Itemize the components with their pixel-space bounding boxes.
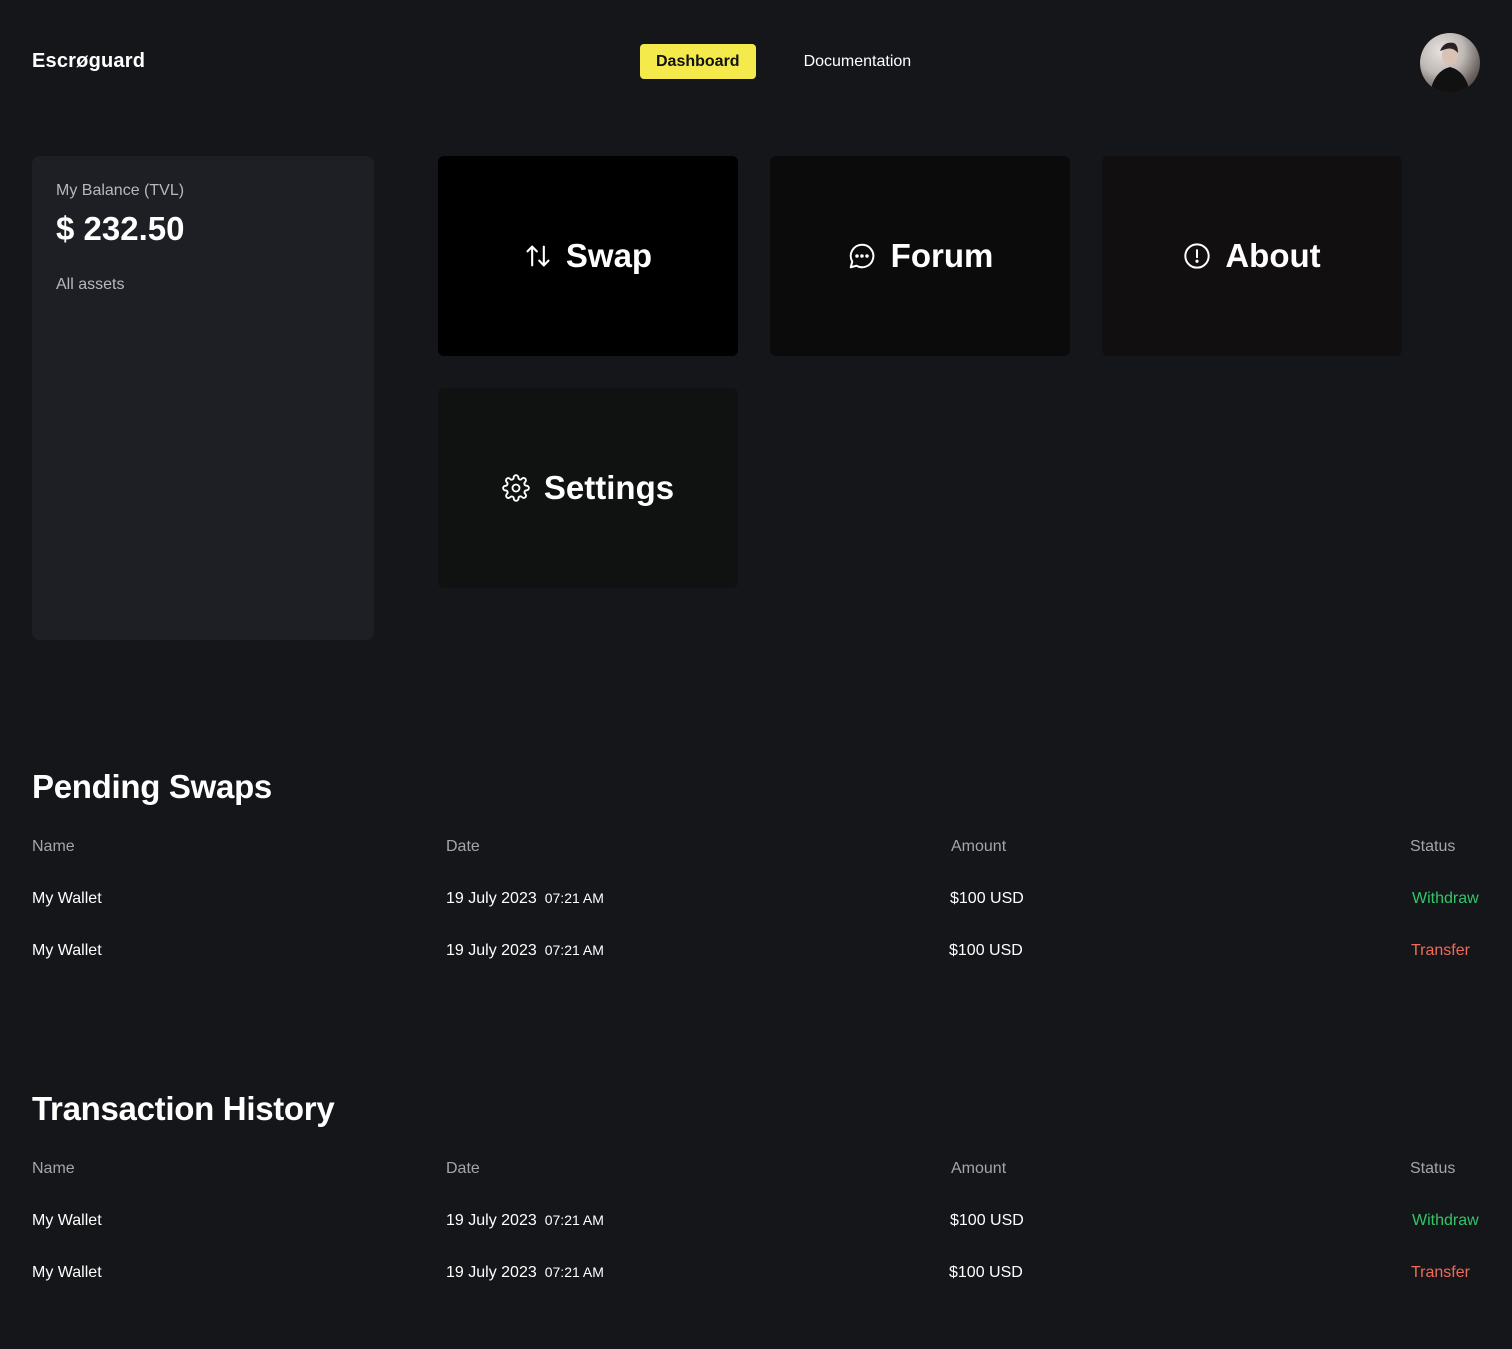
column-header-amount: Amount [951,1160,1007,1177]
forum-tile-label: Forum [890,237,994,274]
row-date: 19 July 2023 07:21 AM [446,890,604,908]
avatar[interactable] [1420,33,1480,93]
swap-tile-label: Swap [565,237,653,274]
column-header-amount: Amount [951,838,1007,855]
row-date-time: 07:21 AM [544,890,604,906]
row-date: 19 July 2023 07:21 AM [446,1264,604,1282]
nav-documentation[interactable]: Documentation [788,44,928,79]
row-date: 19 July 2023 07:21 AM [446,1212,604,1230]
transaction-history-title: Transaction History [32,1090,335,1127]
row-date-day: 19 July 2023 [446,1212,537,1229]
balance-value: $ 232.50 [56,210,185,247]
swap-tile[interactable]: Swap [438,156,738,356]
row-name: My Wallet [32,890,102,907]
chat-bubble-icon [849,243,874,269]
status-badge: Withdraw [1412,890,1479,907]
column-header-status: Status [1410,838,1456,855]
balance-label: My Balance (TVL) [56,182,185,199]
pending-swaps-title: Pending Swaps [32,768,272,805]
column-header-date: Date [446,838,480,855]
status-badge: Withdraw [1412,1212,1479,1229]
nav-dashboard[interactable]: Dashboard [640,44,756,79]
dashboard-page: Escrøguard Dashboard Documentation My Ba… [0,0,1512,1349]
top-nav: Dashboard Documentation [640,44,927,79]
all-assets-link[interactable]: All assets [56,276,350,294]
column-header-status: Status [1410,1160,1456,1177]
brand-logo[interactable]: Escrøguard [32,50,145,73]
row-date-time: 07:21 AM [544,1264,604,1280]
row-name: My Wallet [32,942,102,959]
about-tile[interactable]: About [1102,156,1402,356]
row-date-day: 19 July 2023 [446,890,537,907]
column-header-name: Name [32,838,75,855]
info-circle-icon [1184,243,1211,269]
row-amount: $100 USD [949,942,1023,959]
swap-arrows-icon [526,245,550,267]
row-amount: $100 USD [950,1212,1024,1229]
row-date: 19 July 2023 07:21 AM [446,942,604,960]
column-header-name: Name [32,1160,75,1177]
settings-tile[interactable]: Settings [438,388,738,588]
status-badge: Transfer [1411,942,1470,959]
status-badge: Transfer [1411,1264,1470,1281]
about-tile-label: About [1225,237,1321,274]
row-date-day: 19 July 2023 [446,942,537,959]
avatar-image [1430,42,1470,93]
column-header-date: Date [446,1160,480,1177]
settings-tile-label: Settings [543,469,675,506]
row-name: My Wallet [32,1212,102,1229]
balance-card: My Balance (TVL) $ 232.50 All assets [32,156,374,640]
row-date-time: 07:21 AM [544,1212,604,1228]
gear-icon [502,474,530,502]
row-name: My Wallet [32,1264,102,1281]
row-amount: $100 USD [950,890,1024,907]
row-date-day: 19 July 2023 [446,1264,537,1281]
row-amount: $100 USD [949,1264,1023,1281]
row-date-time: 07:21 AM [544,942,604,958]
forum-tile[interactable]: Forum [770,156,1070,356]
